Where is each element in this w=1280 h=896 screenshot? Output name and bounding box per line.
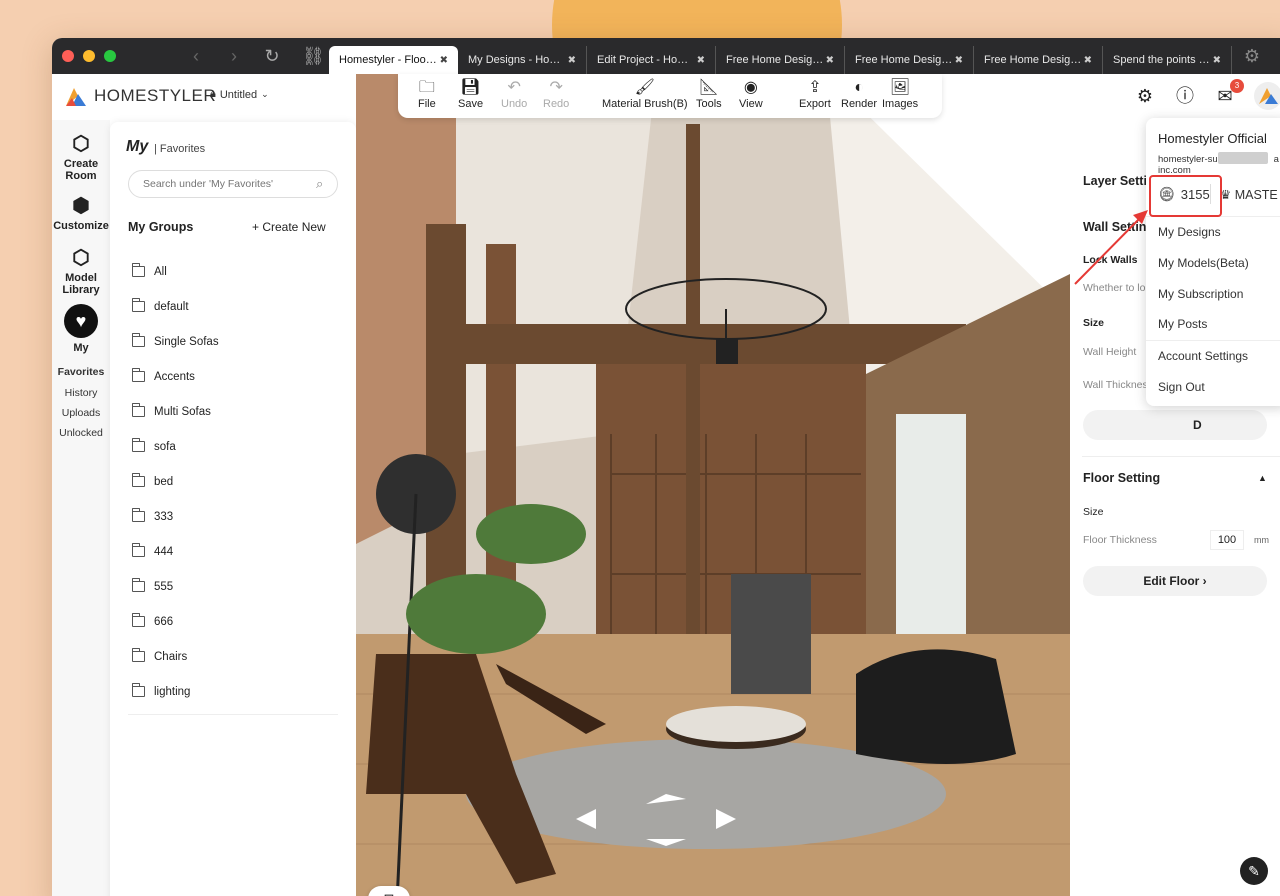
edit-note-icon: ✎ <box>1248 863 1260 879</box>
feedback-button[interactable]: ✎ <box>1240 857 1268 885</box>
annotation-arrow <box>1074 210 1148 285</box>
